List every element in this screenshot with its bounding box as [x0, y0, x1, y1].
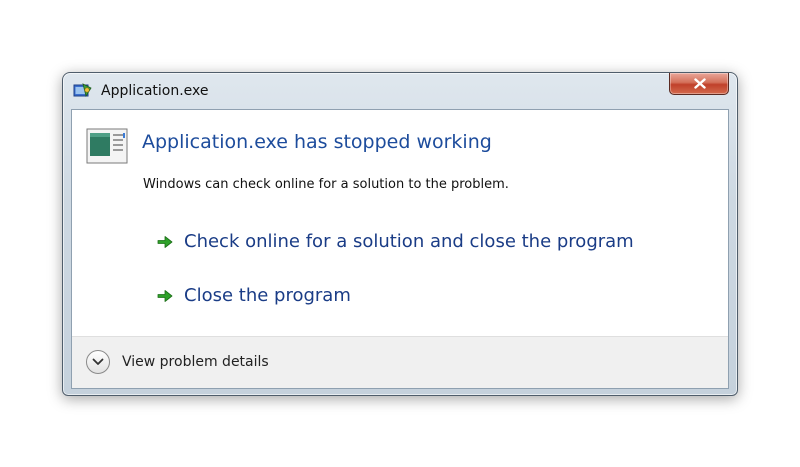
check-online-command-link[interactable]: Check online for a solution and close th…	[152, 224, 642, 260]
application-icon	[73, 83, 92, 98]
dialog-heading: Application.exe has stopped working	[142, 131, 492, 153]
view-problem-details-label: View problem details	[122, 354, 269, 370]
title-bar[interactable]: Application.exe	[63, 73, 737, 109]
dialog-footer: View problem details	[72, 336, 728, 388]
check-online-command-label: Check online for a solution and close th…	[184, 231, 634, 252]
window-title: Application.exe	[101, 83, 209, 99]
program-window-icon	[86, 128, 128, 164]
expand-toggle	[86, 350, 110, 374]
close-button[interactable]	[669, 73, 729, 95]
green-arrow-icon	[157, 290, 173, 302]
green-arrow-icon	[157, 236, 173, 248]
dialog-content: Application.exe has stopped working Wind…	[71, 109, 729, 389]
chevron-down-icon	[92, 358, 104, 365]
error-dialog-window: Application.exe Application.exe has stop…	[62, 72, 738, 396]
close-program-command-link[interactable]: Close the program	[152, 278, 359, 314]
close-program-command-label: Close the program	[184, 285, 351, 306]
close-icon	[694, 78, 706, 89]
dialog-description: Windows can check online for a solution …	[143, 177, 509, 192]
screenshot-stage: Application.exe Application.exe has stop…	[0, 0, 800, 467]
view-problem-details-button[interactable]: View problem details	[86, 350, 269, 374]
